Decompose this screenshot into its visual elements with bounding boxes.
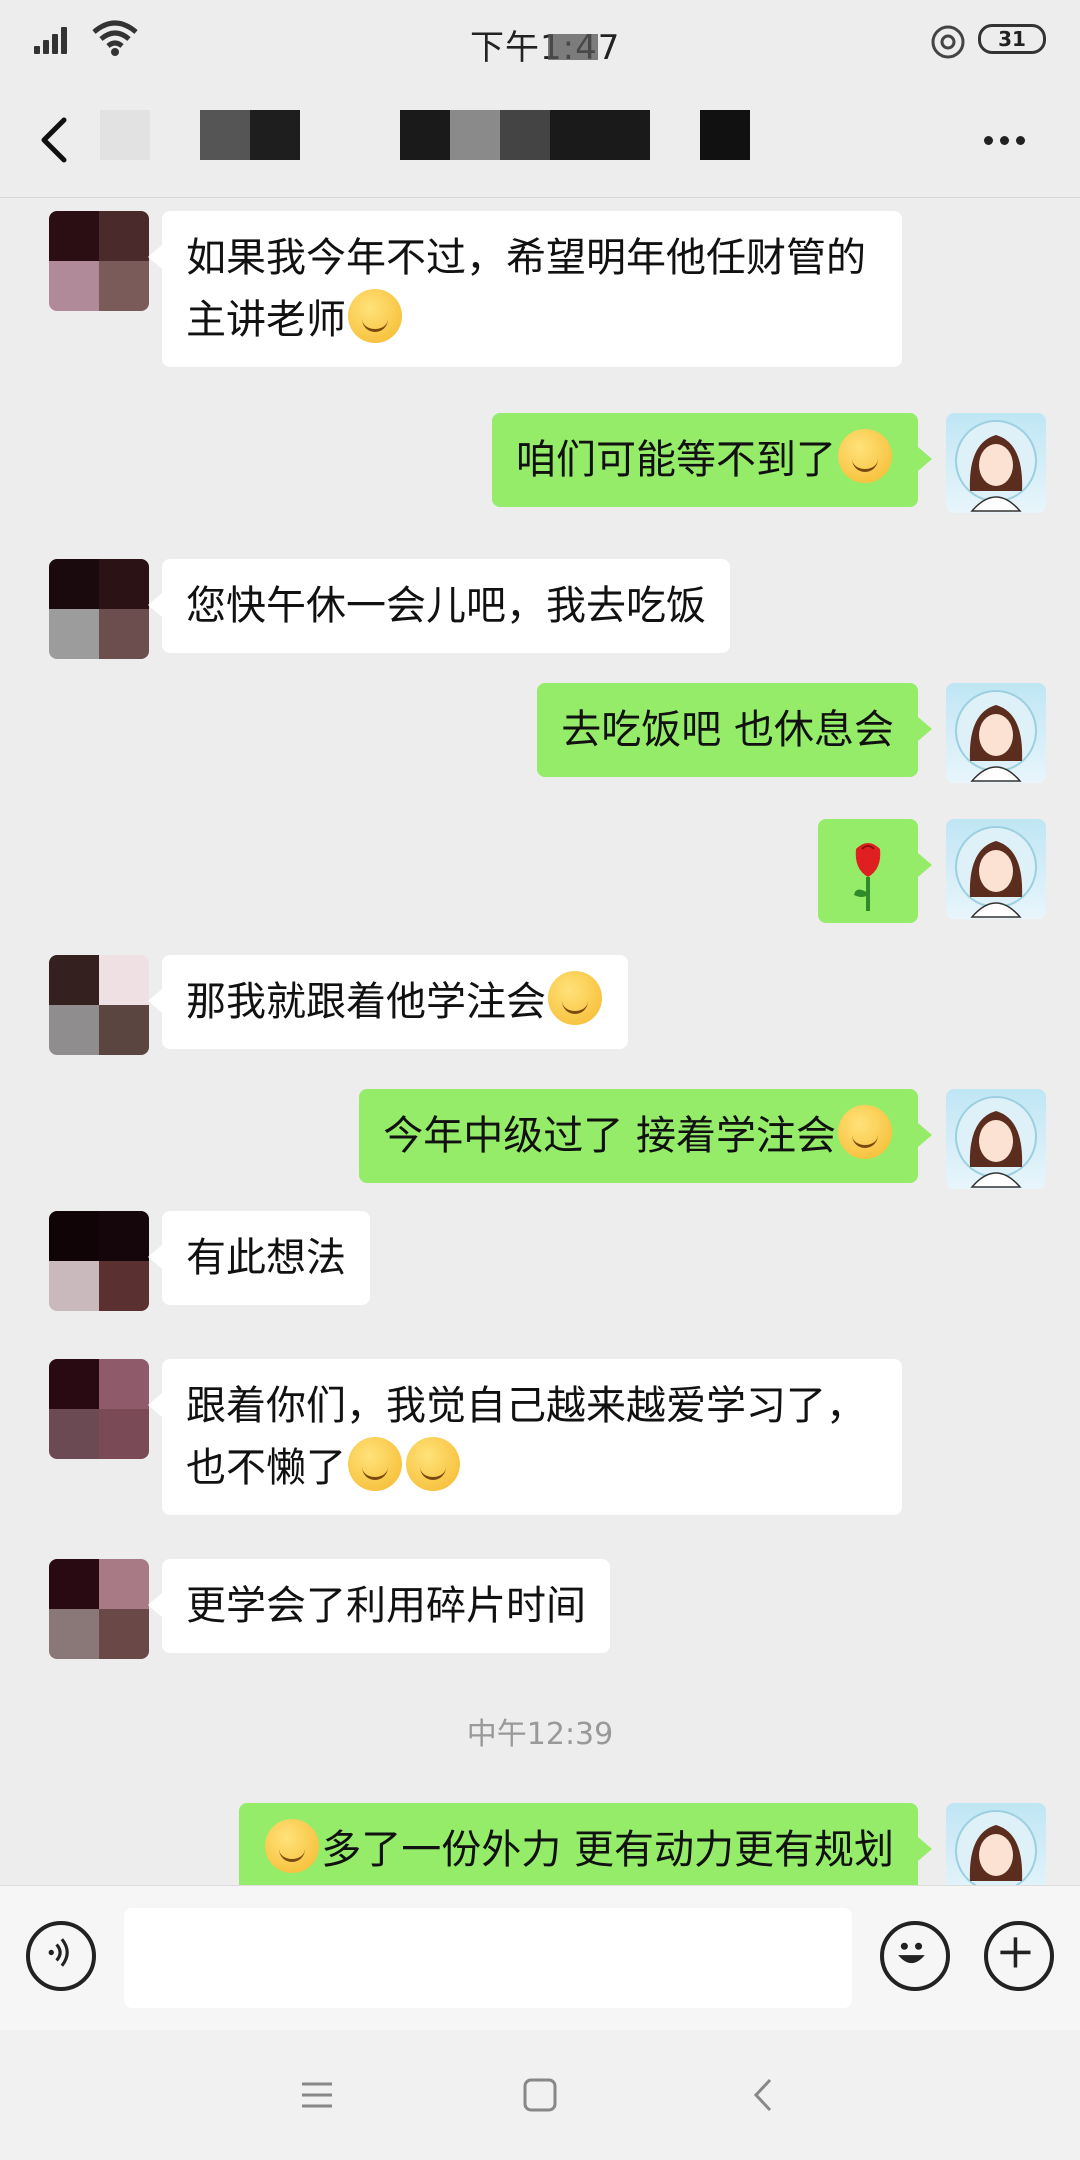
avatar[interactable] — [49, 1211, 149, 1311]
message-bubble[interactable]: 您快午休一会儿吧，我去吃饭 — [148, 559, 730, 653]
avatar[interactable] — [49, 1359, 149, 1459]
status-bar: 下午1:47 31 — [0, 0, 1080, 80]
message-bubble[interactable]: 咱们可能等不到了 — [492, 413, 932, 507]
chat-header — [0, 80, 1080, 198]
message-bubble[interactable]: 多了一份外力 更有动力更有规划 — [239, 1803, 932, 1885]
wifi-icon — [92, 20, 138, 56]
back-icon[interactable] — [30, 110, 80, 170]
plus-icon[interactable] — [984, 1921, 1054, 1991]
battery-indicator: 31 — [978, 24, 1046, 54]
thinking-emoji-icon — [838, 1105, 892, 1159]
voice-icon[interactable] — [26, 1921, 96, 1991]
chat-timestamp: 中午12:39 — [466, 1717, 614, 1752]
message-bubble[interactable]: 有此想法 — [148, 1211, 370, 1305]
laugh-cry-emoji-icon — [348, 1437, 402, 1491]
signal-icon — [34, 26, 74, 54]
avatar[interactable] — [49, 955, 149, 1055]
emoji-icon[interactable] — [880, 1921, 950, 1991]
message-list[interactable]: 如果我今年不过，希望明年他任财管的主讲老师 咱们可能等不到了 您快午休一会儿吧，… — [0, 199, 1080, 1885]
hotspot-icon — [931, 25, 965, 59]
avatar[interactable] — [946, 1089, 1046, 1189]
rose-icon — [854, 843, 881, 911]
avatar[interactable] — [49, 559, 149, 659]
home-icon[interactable] — [515, 2070, 565, 2120]
privacy-mask — [548, 34, 598, 60]
message-bubble[interactable]: 跟着你们，我觉自己越来越爱学习了，也不懒了 — [148, 1359, 902, 1515]
avatar[interactable] — [946, 819, 1046, 919]
message-input[interactable] — [124, 1908, 852, 2008]
input-bar — [0, 1885, 1080, 2030]
avatar[interactable] — [49, 1559, 149, 1659]
avatar[interactable] — [946, 1803, 1046, 1885]
thinking-emoji-icon — [265, 1819, 320, 1873]
message-bubble[interactable] — [818, 819, 932, 923]
message-bubble[interactable]: 去吃饭吧 也休息会 — [537, 683, 932, 777]
blush-emoji-icon — [838, 429, 892, 483]
back-nav-icon[interactable] — [740, 2070, 790, 2120]
more-icon[interactable] — [980, 130, 1030, 150]
thinking-emoji-icon — [406, 1437, 460, 1491]
avatar[interactable] — [49, 211, 149, 311]
system-nav-bar — [0, 2030, 1080, 2160]
avatar[interactable] — [946, 413, 1046, 513]
laugh-cry-emoji-icon — [348, 289, 402, 343]
menu-icon[interactable] — [292, 2070, 342, 2120]
message-bubble[interactable]: 那我就跟着他学注会 — [148, 955, 628, 1049]
message-bubble[interactable]: 今年中级过了 接着学注会 — [359, 1089, 932, 1183]
message-bubble[interactable]: 如果我今年不过，希望明年他任财管的主讲老师 — [148, 211, 902, 367]
laugh-cry-emoji-icon — [548, 971, 602, 1025]
message-bubble[interactable]: 更学会了利用碎片时间 — [148, 1559, 610, 1653]
avatar[interactable] — [946, 683, 1046, 783]
